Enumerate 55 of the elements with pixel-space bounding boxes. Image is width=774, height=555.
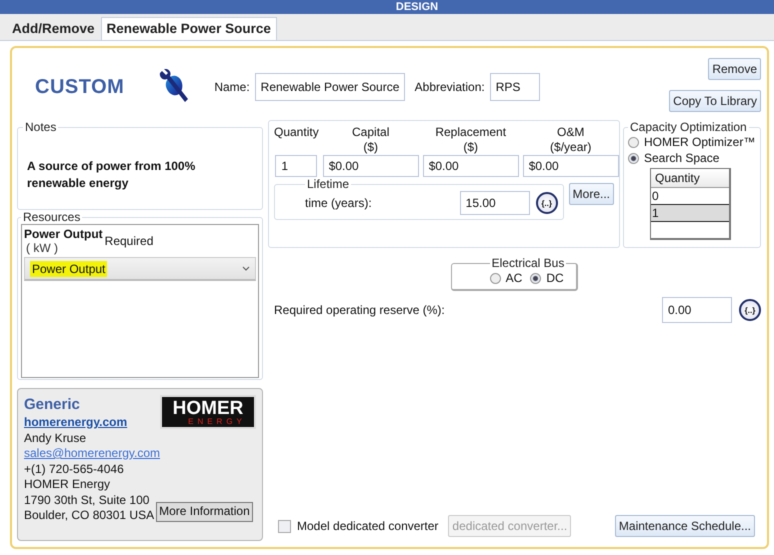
- reserve-field[interactable]: 0.00: [662, 297, 732, 323]
- column-header: Power Output: [24, 227, 103, 241]
- phone-number: +(1) 720-565-4046: [24, 462, 125, 477]
- custom-logo: CUSTOM: [35, 76, 124, 98]
- reserve-label: Required operating reserve (%):: [274, 303, 445, 317]
- tab[interactable]: Add/Remove: [6, 17, 101, 40]
- abbreviation-field[interactable]: RPS: [490, 73, 540, 101]
- abbreviation-label: Abbreviation:: [414, 80, 485, 94]
- table-cell[interactable]: 1: [651, 205, 729, 222]
- column-header: Capital ($): [352, 125, 390, 155]
- maintenance-schedule-button[interactable]: Maintenance Schedule...: [614, 515, 755, 537]
- table-header: Quantity: [651, 169, 729, 188]
- radio-option[interactable]: HOMER Optimizer™: [628, 134, 756, 150]
- name-field[interactable]: Renewable Power Source: [254, 73, 405, 101]
- email-link[interactable]: sales@homerenergy.com: [24, 446, 160, 462]
- cost-field[interactable]: $0.00: [322, 155, 419, 177]
- sensitivity-button[interactable]: {..}: [739, 299, 761, 321]
- capacity-optimization-legend: Capacity Optimization: [628, 120, 749, 134]
- action-button[interactable]: Copy To Library: [669, 90, 761, 112]
- unit-label: ( kW ): [26, 241, 59, 255]
- action-button[interactable]: Remove: [708, 58, 761, 80]
- lifetime-legend: Lifetime: [305, 177, 352, 191]
- homer-logo: HOMER ENERGY: [160, 395, 256, 429]
- sensitivity-button[interactable]: {..}: [536, 192, 558, 214]
- website-link[interactable]: homerenergy.com: [24, 415, 160, 430]
- company-name: HOMER Energy: [24, 477, 112, 492]
- more-information-button[interactable]: More Information: [156, 502, 253, 522]
- contact-name: Andy Kruse: [24, 430, 88, 446]
- column-header: O&M ($/year): [550, 125, 592, 155]
- radio-option[interactable]: Search Space: [628, 150, 756, 166]
- cost-field[interactable]: 1: [275, 155, 318, 177]
- resource-dropdown[interactable]: Power Output: [24, 257, 256, 281]
- electrical-bus-legend: Electrical Bus: [490, 256, 566, 270]
- window-title: DESIGN: [394, 1, 438, 13]
- converter-checkbox[interactable]: Model dedicated converter: [278, 519, 438, 533]
- vendor-name: Generic: [24, 395, 81, 415]
- address-line: Boulder, CO 80301 USA: [24, 508, 154, 524]
- tab[interactable]: Renewable Power Source: [100, 17, 277, 40]
- required-label: Required: [104, 234, 154, 248]
- radio-option[interactable]: AC: [490, 270, 522, 286]
- name-label: Name:: [214, 80, 250, 94]
- radio-option[interactable]: DC: [530, 270, 564, 286]
- lifetime-label: time (years):: [305, 196, 373, 210]
- cost-field[interactable]: $0.00: [522, 155, 619, 177]
- cost-field[interactable]: $0.00: [422, 155, 519, 177]
- notes-legend: Notes: [23, 120, 58, 134]
- lifetime-field[interactable]: 15.00: [460, 191, 530, 215]
- chevron-icon: [242, 266, 250, 271]
- address-line: 1790 30th St, Suite 100: [24, 492, 150, 508]
- dropdown-value: Power Output: [30, 260, 108, 276]
- resources-legend: Resources: [21, 210, 82, 224]
- more-button[interactable]: More...: [568, 183, 614, 205]
- notes-text: A source of power from 100% renewable energy: [27, 158, 196, 192]
- column-header: Replacement ($): [435, 125, 506, 155]
- column-header: Quantity: [274, 125, 319, 141]
